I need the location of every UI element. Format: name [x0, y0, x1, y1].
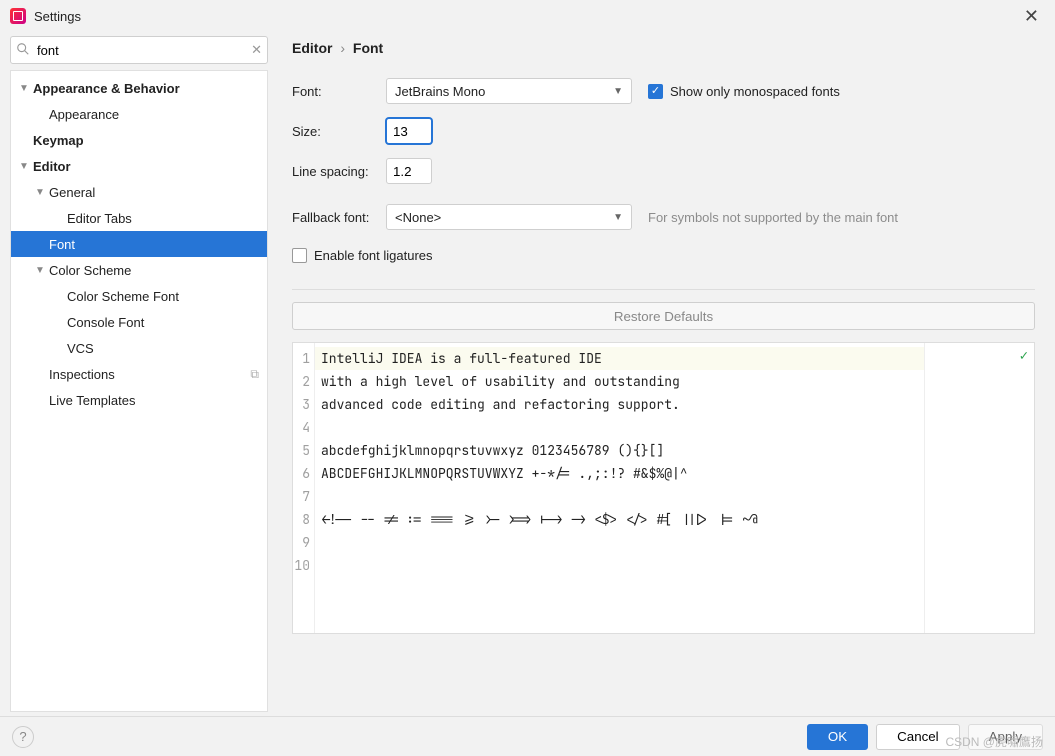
tree-item-vcs[interactable]: VCS — [11, 335, 267, 361]
preview-line — [321, 531, 918, 554]
apply-button[interactable]: Apply — [968, 724, 1043, 750]
search-icon — [16, 42, 30, 56]
chevron-down-icon: ▼ — [17, 83, 31, 94]
chevron-down-icon: ▼ — [33, 265, 47, 276]
sidebar: ✕ ▼Appearance & BehaviorAppearanceKeymap… — [10, 36, 268, 712]
tree-item-label: Color Scheme Font — [67, 289, 179, 304]
line-number: 5 — [293, 439, 310, 462]
footer: ? OK Cancel Apply — [0, 716, 1055, 756]
tree-item-console-font[interactable]: Console Font — [11, 309, 267, 335]
tree-item-label: Console Font — [67, 315, 144, 330]
line-number: 8 — [293, 508, 310, 531]
settings-tree: ▼Appearance & BehaviorAppearanceKeymap▼E… — [10, 70, 268, 712]
preview-line — [321, 416, 918, 439]
tree-item-keymap[interactable]: Keymap — [11, 127, 267, 153]
line-number: 6 — [293, 462, 310, 485]
preview-line — [321, 554, 918, 577]
tree-item-label: Keymap — [33, 133, 84, 148]
preview-line: <!-- -- != := === >= >- >=> |-> -> <$> <… — [321, 508, 918, 531]
tree-item-editor-tabs[interactable]: Editor Tabs — [11, 205, 267, 231]
check-icon: ✓ — [1020, 347, 1028, 365]
tree-item-label: General — [49, 185, 95, 200]
divider — [292, 289, 1035, 290]
tree-item-label: Color Scheme — [49, 263, 131, 278]
preview-line: ABCDEFGHIJKLMNOPQRSTUVWXYZ +-*/= .,;:!? … — [321, 462, 918, 485]
tree-item-font[interactable]: Font — [11, 231, 267, 257]
titlebar: Settings ✕ — [0, 0, 1055, 32]
breadcrumb: Editor › Font — [292, 40, 1035, 56]
tree-item-label: Appearance — [49, 107, 119, 122]
tree-item-color-scheme-font[interactable]: Color Scheme Font — [11, 283, 267, 309]
clear-icon[interactable]: ✕ — [251, 42, 262, 58]
line-number: 1 — [293, 347, 310, 370]
tree-item-label: Appearance & Behavior — [33, 81, 180, 96]
fallback-value: <None> — [395, 210, 441, 225]
line-spacing-label: Line spacing: — [292, 164, 386, 179]
line-number: 10 — [293, 554, 310, 577]
chevron-down-icon: ▼ — [17, 161, 31, 172]
preview-line: advanced code editing and refactoring su… — [321, 393, 918, 416]
checkbox-icon — [292, 248, 307, 263]
line-number: 9 — [293, 531, 310, 554]
tree-item-label: VCS — [67, 341, 94, 356]
chevron-right-icon: › — [340, 40, 345, 56]
checkbox-icon — [648, 84, 663, 99]
tree-item-appearance[interactable]: Appearance — [11, 101, 267, 127]
size-input[interactable] — [386, 118, 432, 144]
line-number: 7 — [293, 485, 310, 508]
tree-item-label: Font — [49, 237, 75, 252]
chevron-down-icon: ▼ — [613, 86, 623, 97]
preview-right-margin — [924, 343, 1034, 633]
search-wrap: ✕ — [10, 36, 268, 64]
chevron-down-icon: ▼ — [33, 187, 47, 198]
line-spacing-input[interactable] — [386, 158, 432, 184]
window-title: Settings — [34, 9, 81, 24]
gutter: 12345678910 — [293, 343, 315, 633]
show-monospaced-label: Show only monospaced fonts — [670, 84, 840, 99]
tree-item-inspections[interactable]: Inspections ⧉ — [11, 361, 267, 387]
line-number: 4 — [293, 416, 310, 439]
tree-item-general[interactable]: ▼General — [11, 179, 267, 205]
app-icon — [10, 8, 26, 24]
breadcrumb-current: Font — [353, 40, 383, 56]
tree-item-color-scheme[interactable]: ▼Color Scheme — [11, 257, 267, 283]
ok-button[interactable]: OK — [807, 724, 868, 750]
fallback-dropdown[interactable]: <None> ▼ — [386, 204, 632, 230]
fallback-label: Fallback font: — [292, 210, 386, 225]
main-panel: Editor › Font Font: JetBrains Mono ▼ Sho… — [276, 36, 1045, 712]
restore-defaults-button[interactable]: Restore Defaults — [292, 302, 1035, 330]
font-value: JetBrains Mono — [395, 84, 485, 99]
font-dropdown[interactable]: JetBrains Mono ▼ — [386, 78, 632, 104]
ligatures-checkbox[interactable]: Enable font ligatures — [292, 248, 433, 263]
line-number: 3 — [293, 393, 310, 416]
tree-item-editor[interactable]: ▼Editor — [11, 153, 267, 179]
show-monospaced-checkbox[interactable]: Show only monospaced fonts — [648, 84, 840, 99]
preview-line: abcdefghijklmnopqrstuvwxyz 0123456789 ()… — [321, 439, 918, 462]
preview-code: IntelliJ IDEA is a full-featured IDEwith… — [315, 343, 924, 633]
close-icon[interactable]: ✕ — [1018, 4, 1045, 29]
tree-item-label: Editor — [33, 159, 71, 174]
font-preview: 12345678910 IntelliJ IDEA is a full-feat… — [292, 342, 1035, 634]
size-label: Size: — [292, 124, 386, 139]
font-label: Font: — [292, 84, 386, 99]
line-number: 2 — [293, 370, 310, 393]
fallback-hint: For symbols not supported by the main fo… — [648, 210, 898, 225]
preview-line: with a high level of usability and outst… — [321, 370, 918, 393]
ligatures-label: Enable font ligatures — [314, 248, 433, 263]
breadcrumb-parent: Editor — [292, 40, 332, 56]
preview-line — [321, 485, 918, 508]
help-button[interactable]: ? — [12, 726, 34, 748]
copy-icon: ⧉ — [250, 367, 259, 382]
tree-item-label: Live Templates — [49, 393, 135, 408]
tree-item-label: Inspections — [49, 367, 115, 382]
tree-item-label: Editor Tabs — [67, 211, 132, 226]
search-input[interactable] — [10, 36, 268, 64]
cancel-button[interactable]: Cancel — [876, 724, 960, 750]
preview-line: IntelliJ IDEA is a full-featured IDE — [315, 347, 924, 370]
tree-item-live-templates[interactable]: Live Templates — [11, 387, 267, 413]
tree-item-appearance-behavior[interactable]: ▼Appearance & Behavior — [11, 75, 267, 101]
chevron-down-icon: ▼ — [613, 212, 623, 223]
